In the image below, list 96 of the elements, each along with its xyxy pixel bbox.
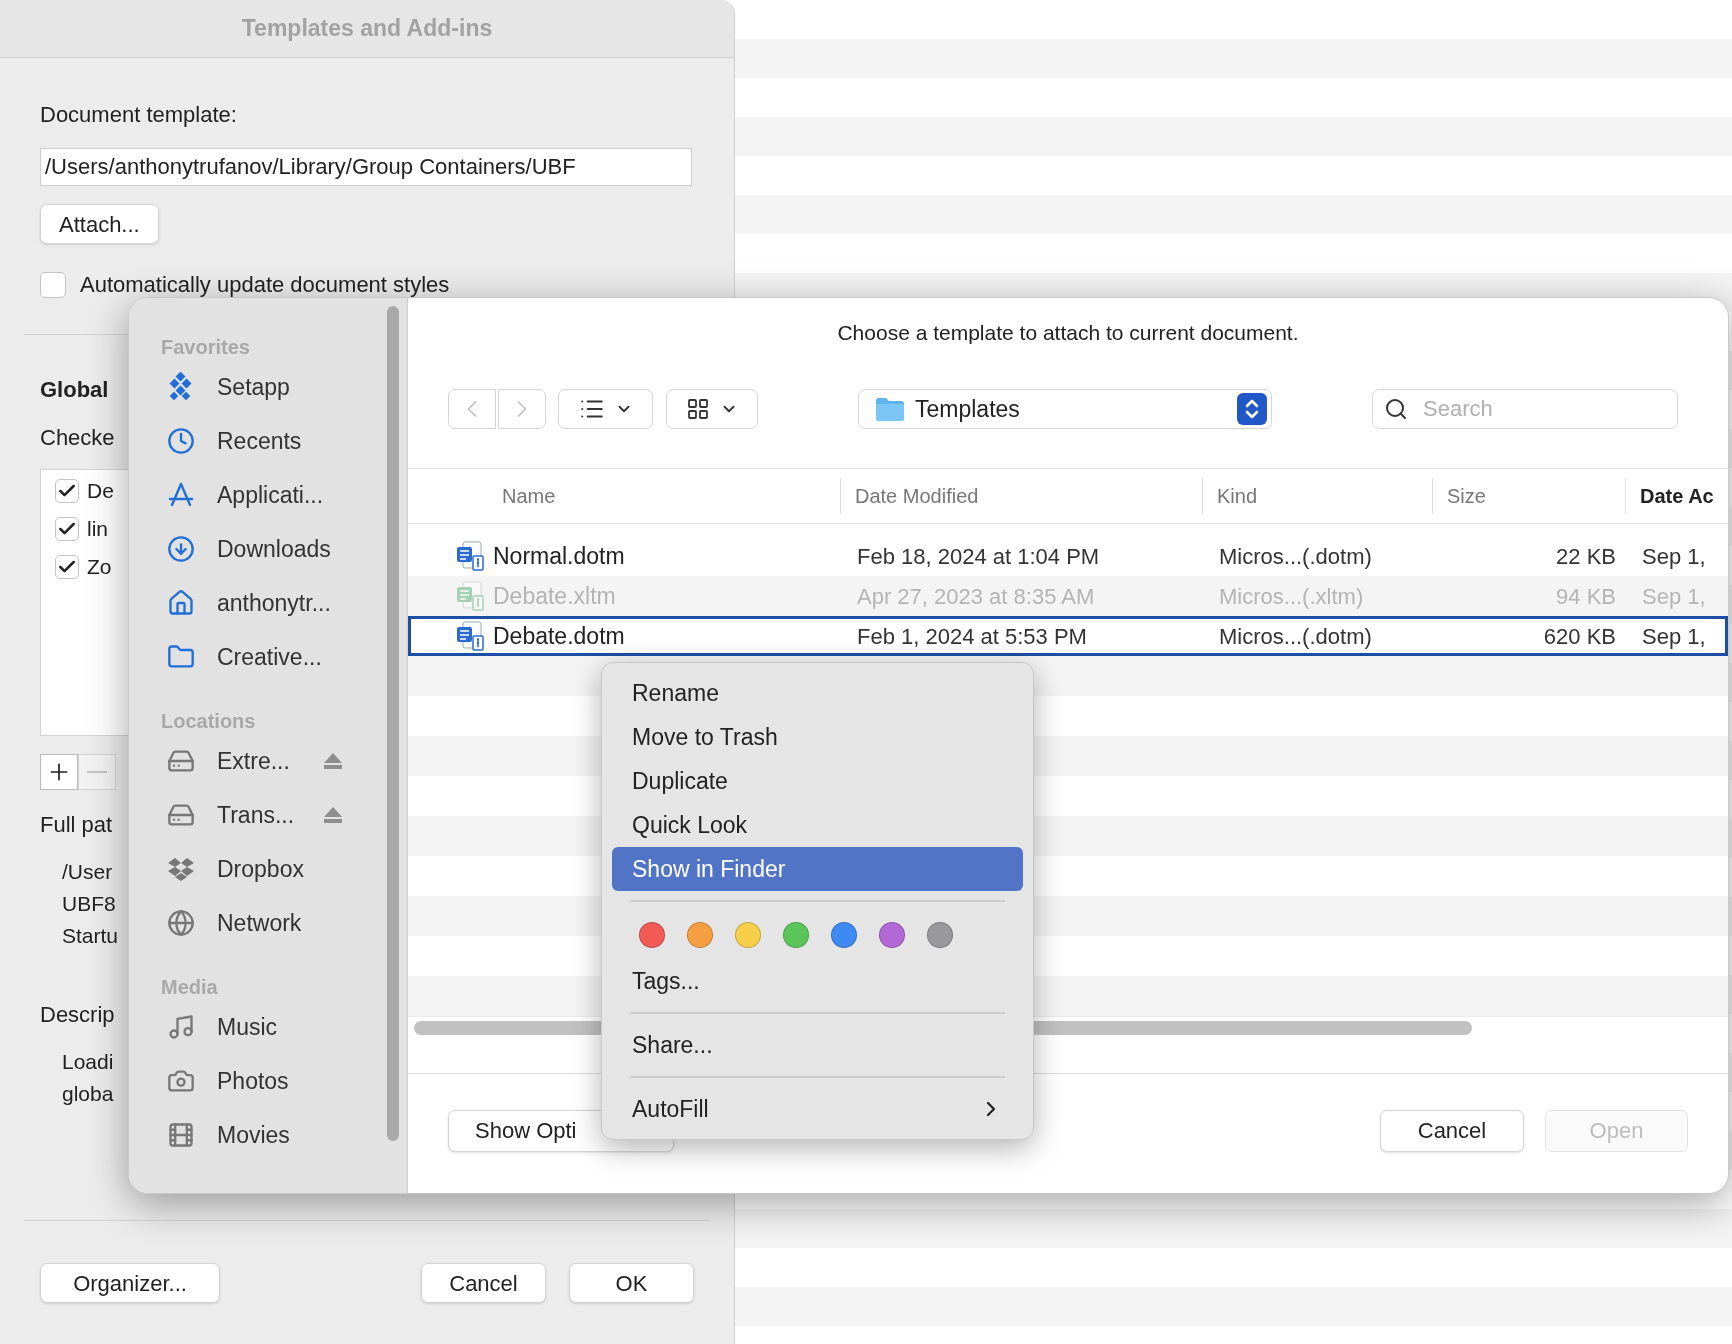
grid-icon [686, 397, 710, 421]
path-text: /User [62, 859, 113, 885]
diamonds-icon [168, 372, 194, 402]
sidebar-heading: Locations [160, 709, 257, 734]
file-name: Normal.dotm [493, 541, 625, 571]
location-popup[interactable]: Templates [858, 389, 1272, 429]
table-cell-text: 22 KB [1556, 542, 1616, 571]
template-path-field[interactable]: /Users/anthonytrufanov/Library/Group Containers/UBF [40, 148, 692, 186]
menu-item[interactable]: Move to Trash [612, 715, 1023, 759]
eject-icon[interactable] [323, 806, 343, 824]
file-name: Debate.xltm [493, 581, 616, 611]
table-cell: Sep 1, [1642, 543, 1706, 569]
checkbox[interactable] [55, 555, 79, 579]
home-icon [167, 589, 195, 617]
organizer-button[interactable]: Organizer... [40, 1263, 220, 1303]
sidebar-item[interactable]: Trans... [217, 797, 295, 833]
search-icon [1384, 397, 1408, 421]
sidebar-item[interactable]: Setapp [217, 369, 290, 405]
dialog-message: Choose a template to attach to current document. [837, 320, 1299, 346]
list-view-button[interactable] [558, 389, 653, 429]
compass-icon [167, 481, 195, 509]
folder-icon [875, 396, 905, 422]
stepper-icon [1237, 393, 1267, 425]
sidebar-item[interactable]: Downloads [217, 531, 331, 567]
film-icon [167, 1121, 195, 1149]
cancel-button[interactable]: Cancel [1380, 1109, 1524, 1152]
sidebar-heading: Favorites [160, 335, 251, 360]
window-title: Templates and Add-ins [241, 14, 493, 44]
section-heading: Global [40, 377, 109, 403]
document-icon [455, 580, 485, 612]
table-cell: Micros...(.dotm) [1219, 623, 1372, 649]
scrollbar[interactable] [387, 306, 399, 1141]
list-item[interactable]: De [87, 478, 114, 504]
table-cell: Feb 18, 2024 at 1:04 PM [857, 543, 1100, 569]
minus-icon [87, 771, 107, 773]
sidebar-item[interactable]: Network [217, 905, 302, 941]
sidebar-item[interactable]: Music [217, 1009, 278, 1045]
ok-button[interactable]: OK [569, 1263, 694, 1303]
menu-item[interactable]: Quick Look [612, 803, 1023, 847]
folder-icon [167, 643, 195, 671]
music-note-icon [167, 1013, 195, 1041]
field-label: Document template: [40, 102, 237, 128]
list-item[interactable]: lin [87, 516, 108, 542]
checkbox[interactable] [55, 479, 79, 503]
cancel-button[interactable]: Cancel [421, 1263, 546, 1303]
menu-item[interactable]: Tags... [612, 959, 1023, 1003]
section-label: Descrip [40, 1002, 115, 1028]
sidebar-item[interactable]: Creative... [217, 639, 322, 675]
description-text: Loadi [62, 1049, 114, 1075]
sidebar-item[interactable]: Movies [217, 1117, 290, 1153]
sidebar-item[interactable]: Applicati... [217, 477, 324, 513]
table-cell-text: 94 KB [1556, 582, 1616, 611]
file-name: Debate.dotm [493, 621, 625, 651]
checkbox[interactable] [55, 517, 79, 541]
table-cell: Micros...(.xltm) [1219, 583, 1364, 609]
column-header[interactable]: Size [1447, 481, 1486, 511]
document-icon [455, 620, 485, 652]
checkbox-label: Automatically update document styles [80, 274, 450, 296]
sidebar-item[interactable]: Extre... [217, 743, 290, 779]
section-label: Full pat [40, 812, 113, 838]
column-header[interactable]: Date Modified [855, 481, 979, 511]
eject-icon[interactable] [323, 752, 343, 770]
sidebar-item[interactable]: Dropbox [217, 851, 304, 887]
sidebar-item[interactable]: anthonytr... [217, 585, 331, 621]
checkbox[interactable] [40, 272, 66, 298]
menu-item[interactable]: Show in Finder [612, 847, 1023, 891]
sidebar-item[interactable]: Photos [217, 1063, 289, 1099]
download-icon [167, 535, 195, 563]
list-label: Checke [40, 425, 115, 451]
grid-view-button[interactable] [666, 389, 758, 429]
table-cell: Sep 1, [1642, 583, 1706, 609]
column-header[interactable]: Kind [1217, 481, 1258, 511]
attach-button[interactable]: Attach... [40, 204, 159, 244]
menu-item[interactable]: Share... [612, 1023, 1023, 1067]
column-header[interactable]: Date Ac [1640, 481, 1714, 511]
path-text: Startu [62, 923, 119, 949]
table-cell: Micros...(.dotm) [1219, 543, 1372, 569]
description-text: globa [62, 1081, 114, 1107]
dropbox-icon [167, 856, 195, 882]
path-text: UBF8 [62, 891, 116, 917]
table-cell: Sep 1, [1642, 623, 1706, 649]
add-button[interactable] [40, 754, 78, 790]
table-cell: Apr 27, 2023 at 8:35 AM [857, 583, 1095, 609]
menu-item[interactable]: Rename [612, 671, 1023, 715]
menu-item[interactable]: Duplicate [612, 759, 1023, 803]
search-field[interactable]: Search [1372, 389, 1678, 429]
table-cell: Feb 1, 2024 at 5:53 PM [857, 623, 1087, 649]
file-row[interactable]: Debate.dotm Feb 1, 2024 at 5:53 PM Micros...(.dotm) 620 KB Sep 1, [408, 616, 1728, 656]
globe-icon [167, 909, 195, 937]
table-cell-text: 620 KB [1543, 622, 1616, 651]
clock-icon [167, 427, 195, 455]
document-icon [455, 540, 485, 572]
sidebar-item[interactable]: Recents [217, 423, 302, 459]
column-header[interactable]: Name [502, 481, 556, 511]
list-item[interactable]: Zo [87, 554, 112, 580]
sidebar-heading: Media [160, 975, 219, 1000]
